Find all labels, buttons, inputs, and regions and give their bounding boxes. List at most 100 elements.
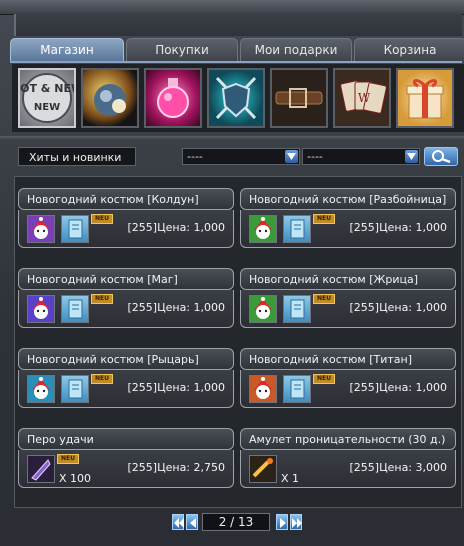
item-body: NEU X 100 [255]Цена: 2,750 — [18, 450, 234, 488]
category-hot-new[interactable]: HOT & NEW NEW — [11, 68, 83, 128]
prev-page-button[interactable] — [186, 514, 198, 530]
tab-cart[interactable]: Корзина — [354, 38, 464, 61]
category-potion[interactable] — [144, 68, 202, 128]
outfit-icon[interactable] — [249, 375, 277, 403]
item-body: X 1 [255]Цена: 3,000 — [240, 450, 456, 488]
scroll-icon[interactable] — [283, 215, 311, 243]
new-badge: NEU — [57, 454, 79, 464]
planet-icon — [94, 84, 126, 116]
outfit-icon[interactable] — [249, 295, 277, 323]
new-badge: NEU — [91, 214, 113, 224]
new-badge: NEU — [313, 294, 335, 304]
scroll-icon[interactable] — [61, 375, 89, 403]
header-groove — [14, 14, 462, 36]
hot-new-icon: HOT & NEW NEW — [11, 73, 83, 123]
item-title: Новогодний костюм [Рыцарь] — [18, 348, 234, 370]
shield-swords-icon — [215, 76, 257, 120]
item-card[interactable]: Перо удачи NEU X 100 [255]Цена: 2,750 — [18, 428, 236, 504]
item-card[interactable]: Новогодний костюм [Разбойница] NEU [255]Це… — [240, 188, 458, 264]
item-title: Новогодний костюм [Колдун] — [18, 188, 234, 210]
svg-text:NEW: NEW — [34, 102, 60, 113]
item-quantity: X 1 — [281, 472, 300, 485]
item-price: [255]Цена: 1,000 — [127, 301, 225, 314]
tab-shop[interactable]: Магазин — [10, 38, 124, 61]
double-chevron-right-icon — [292, 518, 302, 528]
new-badge: NEU — [91, 294, 113, 304]
potion-icon — [157, 78, 189, 118]
hot-label: HOT & NEW — [20, 82, 74, 95]
double-chevron-left-icon — [174, 518, 184, 528]
scroll-icon[interactable] — [283, 295, 311, 323]
category-gift[interactable] — [396, 68, 454, 128]
item-price: [255]Цена: 2,750 — [127, 461, 225, 474]
category-weapons[interactable] — [207, 68, 265, 128]
svg-text:W: W — [358, 91, 371, 105]
item-card[interactable]: Новогодний костюм [Маг] NEU [255]Цена: 1,0… — [18, 268, 236, 344]
scroll-icon[interactable] — [283, 375, 311, 403]
item-body: NEU [255]Цена: 1,000 — [240, 290, 456, 328]
scroll-icon[interactable] — [61, 215, 89, 243]
chevron-down-icon — [405, 150, 418, 163]
gift-box-icon — [406, 79, 444, 119]
category-title: Хиты и новинки — [18, 147, 136, 166]
category-strip: HOT & NEW NEW — [11, 64, 464, 132]
tab-bar: Магазин Покупки Мои подарки Корзина — [10, 38, 464, 62]
scroll-icon[interactable] — [61, 295, 89, 323]
new-badge: NEU — [313, 214, 335, 224]
page-indicator: 2 / 13 — [202, 513, 270, 531]
next-page-button[interactable] — [276, 514, 288, 530]
tab-underline — [10, 61, 462, 63]
first-page-button[interactable] — [172, 514, 184, 530]
amulet-icon[interactable] — [249, 455, 277, 483]
new-badge: NEU — [91, 374, 113, 384]
window-titlebar — [0, 0, 464, 15]
item-title: Новогодний костюм [Маг] — [18, 268, 234, 290]
item-price: [255]Цена: 1,000 — [127, 381, 225, 394]
new-badge: NEU — [313, 374, 335, 384]
item-card[interactable]: Новогодний костюм [Жрица] NEU [255]Цена: 1… — [240, 268, 458, 344]
item-title: Перо удачи — [18, 428, 234, 450]
item-price: [255]Цена: 1,000 — [349, 381, 447, 394]
item-card[interactable]: Новогодний костюм [Колдун] NEU [255]Цена: … — [18, 188, 236, 264]
item-body: NEU [255]Цена: 1,000 — [18, 210, 234, 248]
item-card[interactable]: Новогодний костюм [Рыцарь] NEU [255]Цена: … — [18, 348, 236, 424]
outfit-icon[interactable] — [249, 215, 277, 243]
item-price: [255]Цена: 1,000 — [349, 301, 447, 314]
filter-select-2[interactable]: ---- — [302, 148, 420, 165]
item-body: NEU [255]Цена: 1,000 — [18, 290, 234, 328]
item-quantity: X 100 — [59, 472, 92, 485]
filter-select-1-value: ---- — [187, 150, 203, 163]
search-icon — [432, 150, 451, 164]
item-title: Новогодний костюм [Жрица] — [240, 268, 456, 290]
category-planet[interactable] — [81, 68, 139, 128]
cards-icon: W — [340, 80, 387, 114]
item-card[interactable]: Амулет проницательности (30 д.) X 1 [255]Ц… — [240, 428, 458, 504]
item-body: NEU [255]Цена: 1,000 — [240, 210, 456, 248]
item-price: [255]Цена: 1,000 — [349, 221, 447, 234]
chevron-down-icon — [285, 150, 298, 163]
category-cards[interactable]: W — [333, 68, 391, 128]
last-page-button[interactable] — [290, 514, 302, 530]
outfit-icon[interactable] — [27, 295, 55, 323]
belt-icon — [275, 88, 323, 108]
feather-icon[interactable] — [27, 455, 55, 483]
search-button[interactable] — [424, 147, 458, 166]
outfit-icon[interactable] — [27, 375, 55, 403]
chevron-left-icon — [190, 518, 196, 528]
item-price: [255]Цена: 1,000 — [127, 221, 225, 234]
shop-window: Магазин Покупки Мои подарки Корзина HOT … — [0, 0, 464, 546]
item-card[interactable]: Новогодний костюм [Титан] NEU [255]Цена: 1… — [240, 348, 458, 424]
item-title: Новогодний костюм [Титан] — [240, 348, 456, 370]
filter-select-1[interactable]: ---- — [182, 148, 300, 165]
item-body: NEU [255]Цена: 1,000 — [18, 370, 234, 408]
pagination: 2 / 13 — [0, 513, 464, 533]
item-title: Амулет проницательности (30 д.) — [240, 428, 456, 450]
item-title: Новогодний костюм [Разбойница] — [240, 188, 456, 210]
item-price: [255]Цена: 3,000 — [349, 461, 447, 474]
category-belt[interactable] — [270, 68, 328, 128]
tab-purchases[interactable]: Покупки — [126, 38, 238, 61]
item-body: NEU [255]Цена: 1,000 — [240, 370, 456, 408]
tab-my-gifts[interactable]: Мои подарки — [240, 38, 352, 61]
filter-select-2-value: ---- — [307, 150, 323, 163]
outfit-icon[interactable] — [27, 215, 55, 243]
